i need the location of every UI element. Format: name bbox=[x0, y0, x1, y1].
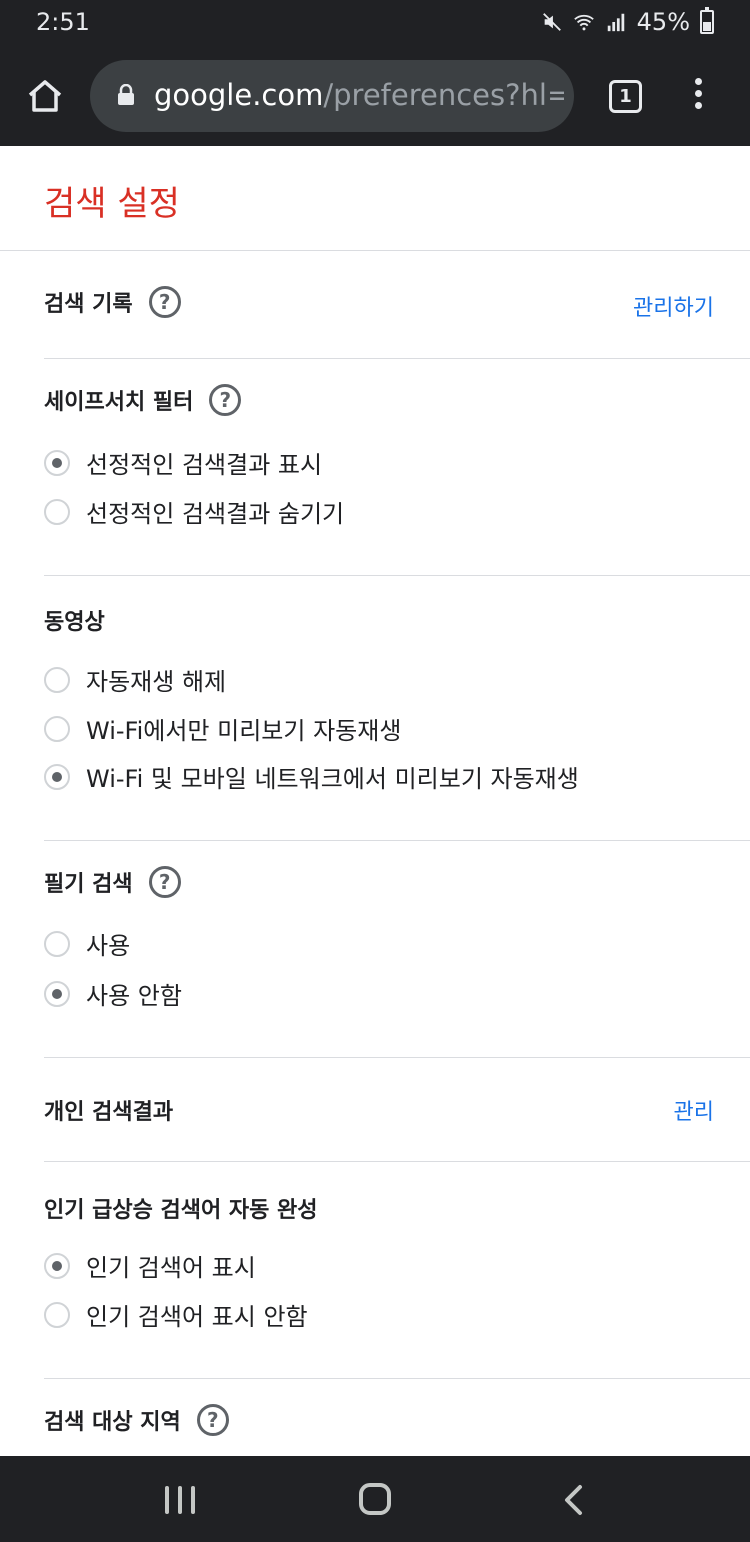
mute-icon bbox=[542, 13, 561, 31]
help-icon[interactable]: ? bbox=[148, 866, 181, 898]
browser-toolbar: google.com/preferences?hl= 1 bbox=[0, 48, 750, 146]
page-title: 검색 설정 bbox=[44, 184, 180, 224]
url-path: /preferences?hl= bbox=[323, 78, 564, 112]
radio-option-safesearch-hide[interactable]: 선정적인 검색결과 숨기기 bbox=[44, 494, 344, 529]
radio-option-handwriting-on[interactable]: 사용 bbox=[44, 926, 130, 961]
radio-label: 인기 검색어 표시 bbox=[86, 1254, 256, 1282]
section-label: 검색 기록 bbox=[44, 292, 133, 317]
divider bbox=[44, 840, 750, 841]
radio-button[interactable] bbox=[44, 498, 70, 525]
section-label: 개인 검색결과 bbox=[44, 1100, 174, 1125]
section-handwriting: 필기 검색 ? bbox=[44, 866, 181, 898]
divider bbox=[44, 575, 750, 576]
radio-button[interactable] bbox=[44, 715, 70, 742]
radio-button[interactable] bbox=[44, 666, 70, 693]
section-label: 검색 대상 지역 bbox=[44, 1410, 181, 1435]
address-bar[interactable]: google.com/preferences?hl= bbox=[90, 60, 574, 132]
help-icon[interactable]: ? bbox=[196, 1404, 229, 1436]
recent-apps-icon[interactable] bbox=[165, 1486, 195, 1514]
section-search-region: 검색 대상 지역 ? bbox=[44, 1404, 229, 1436]
signal-icon bbox=[607, 13, 624, 32]
help-icon[interactable]: ? bbox=[209, 384, 242, 416]
divider bbox=[44, 1057, 750, 1058]
title-divider bbox=[0, 250, 750, 251]
home-icon[interactable] bbox=[26, 78, 64, 114]
section-label: 인기 급상승 검색어 자동 완성 bbox=[44, 1198, 318, 1223]
battery-icon bbox=[700, 7, 714, 34]
manage-personal-link[interactable]: 관리 bbox=[674, 1094, 714, 1126]
section-safesearch: 세이프서치 필터 ? bbox=[44, 384, 242, 416]
wifi-icon bbox=[573, 14, 594, 31]
home-nav-icon[interactable] bbox=[359, 1483, 391, 1515]
url-domain: google.com bbox=[154, 78, 324, 112]
radio-label: 사용 bbox=[86, 932, 131, 960]
section-search-history: 검색 기록 ? bbox=[44, 286, 181, 318]
radio-option-handwriting-off[interactable]: 사용 안함 bbox=[44, 976, 182, 1011]
battery-percent: 45% bbox=[636, 8, 690, 36]
radio-button[interactable] bbox=[44, 449, 70, 476]
radio-option-autoplay-off[interactable]: 자동재생 해제 bbox=[44, 662, 226, 697]
section-trending-searches: 인기 급상승 검색어 자동 완성 bbox=[44, 1192, 318, 1224]
radio-option-autoplay-all[interactable]: Wi-Fi 및 모바일 네트워크에서 미리보기 자동재생 bbox=[44, 759, 579, 794]
radio-label: 선정적인 검색결과 숨기기 bbox=[86, 500, 345, 528]
manage-history-link[interactable]: 관리하기 bbox=[633, 290, 714, 322]
status-icons: 45% bbox=[541, 7, 714, 36]
radio-button[interactable] bbox=[44, 930, 70, 957]
radio-button[interactable] bbox=[44, 980, 70, 1007]
status-bar: 2:51 45% bbox=[0, 0, 750, 48]
more-menu-icon[interactable] bbox=[688, 78, 708, 116]
radio-option-safesearch-show[interactable]: 선정적인 검색결과 표시 bbox=[44, 445, 322, 480]
radio-label: 사용 안함 bbox=[86, 982, 182, 1010]
settings-page: 검색 설정 검색 기록 ? 관리하기 세이프서치 필터 ? 선정적인 검색결과 … bbox=[0, 146, 750, 1456]
lock-icon bbox=[118, 84, 134, 105]
radio-option-trending-hide[interactable]: 인기 검색어 표시 안함 bbox=[44, 1297, 308, 1332]
system-nav-bar bbox=[0, 1456, 750, 1542]
section-label: 동영상 bbox=[44, 610, 105, 635]
radio-label: Wi-Fi에서만 미리보기 자동재생 bbox=[86, 717, 402, 745]
section-personal-results: 개인 검색결과 bbox=[44, 1094, 173, 1126]
radio-label: 자동재생 해제 bbox=[86, 668, 227, 696]
divider bbox=[44, 358, 750, 359]
divider bbox=[44, 1378, 750, 1379]
section-label: 필기 검색 bbox=[44, 872, 133, 897]
radio-button[interactable] bbox=[44, 1301, 70, 1328]
back-icon[interactable] bbox=[560, 1484, 590, 1516]
radio-option-autoplay-wifi[interactable]: Wi-Fi에서만 미리보기 자동재생 bbox=[44, 711, 401, 746]
radio-button[interactable] bbox=[44, 1252, 70, 1279]
status-time: 2:51 bbox=[36, 8, 90, 36]
divider bbox=[44, 1161, 750, 1162]
radio-label: 선정적인 검색결과 표시 bbox=[86, 451, 323, 479]
radio-option-trending-show[interactable]: 인기 검색어 표시 bbox=[44, 1248, 256, 1283]
url-text: google.com/preferences?hl= bbox=[154, 78, 564, 112]
help-icon[interactable]: ? bbox=[148, 286, 181, 318]
radio-label: 인기 검색어 표시 안함 bbox=[86, 1303, 308, 1331]
radio-label: Wi-Fi 및 모바일 네트워크에서 미리보기 자동재생 bbox=[86, 765, 579, 793]
section-label: 세이프서치 필터 bbox=[44, 390, 194, 415]
section-video: 동영상 bbox=[44, 604, 105, 636]
tab-switcher-button[interactable]: 1 bbox=[609, 80, 642, 113]
radio-button[interactable] bbox=[44, 763, 70, 790]
